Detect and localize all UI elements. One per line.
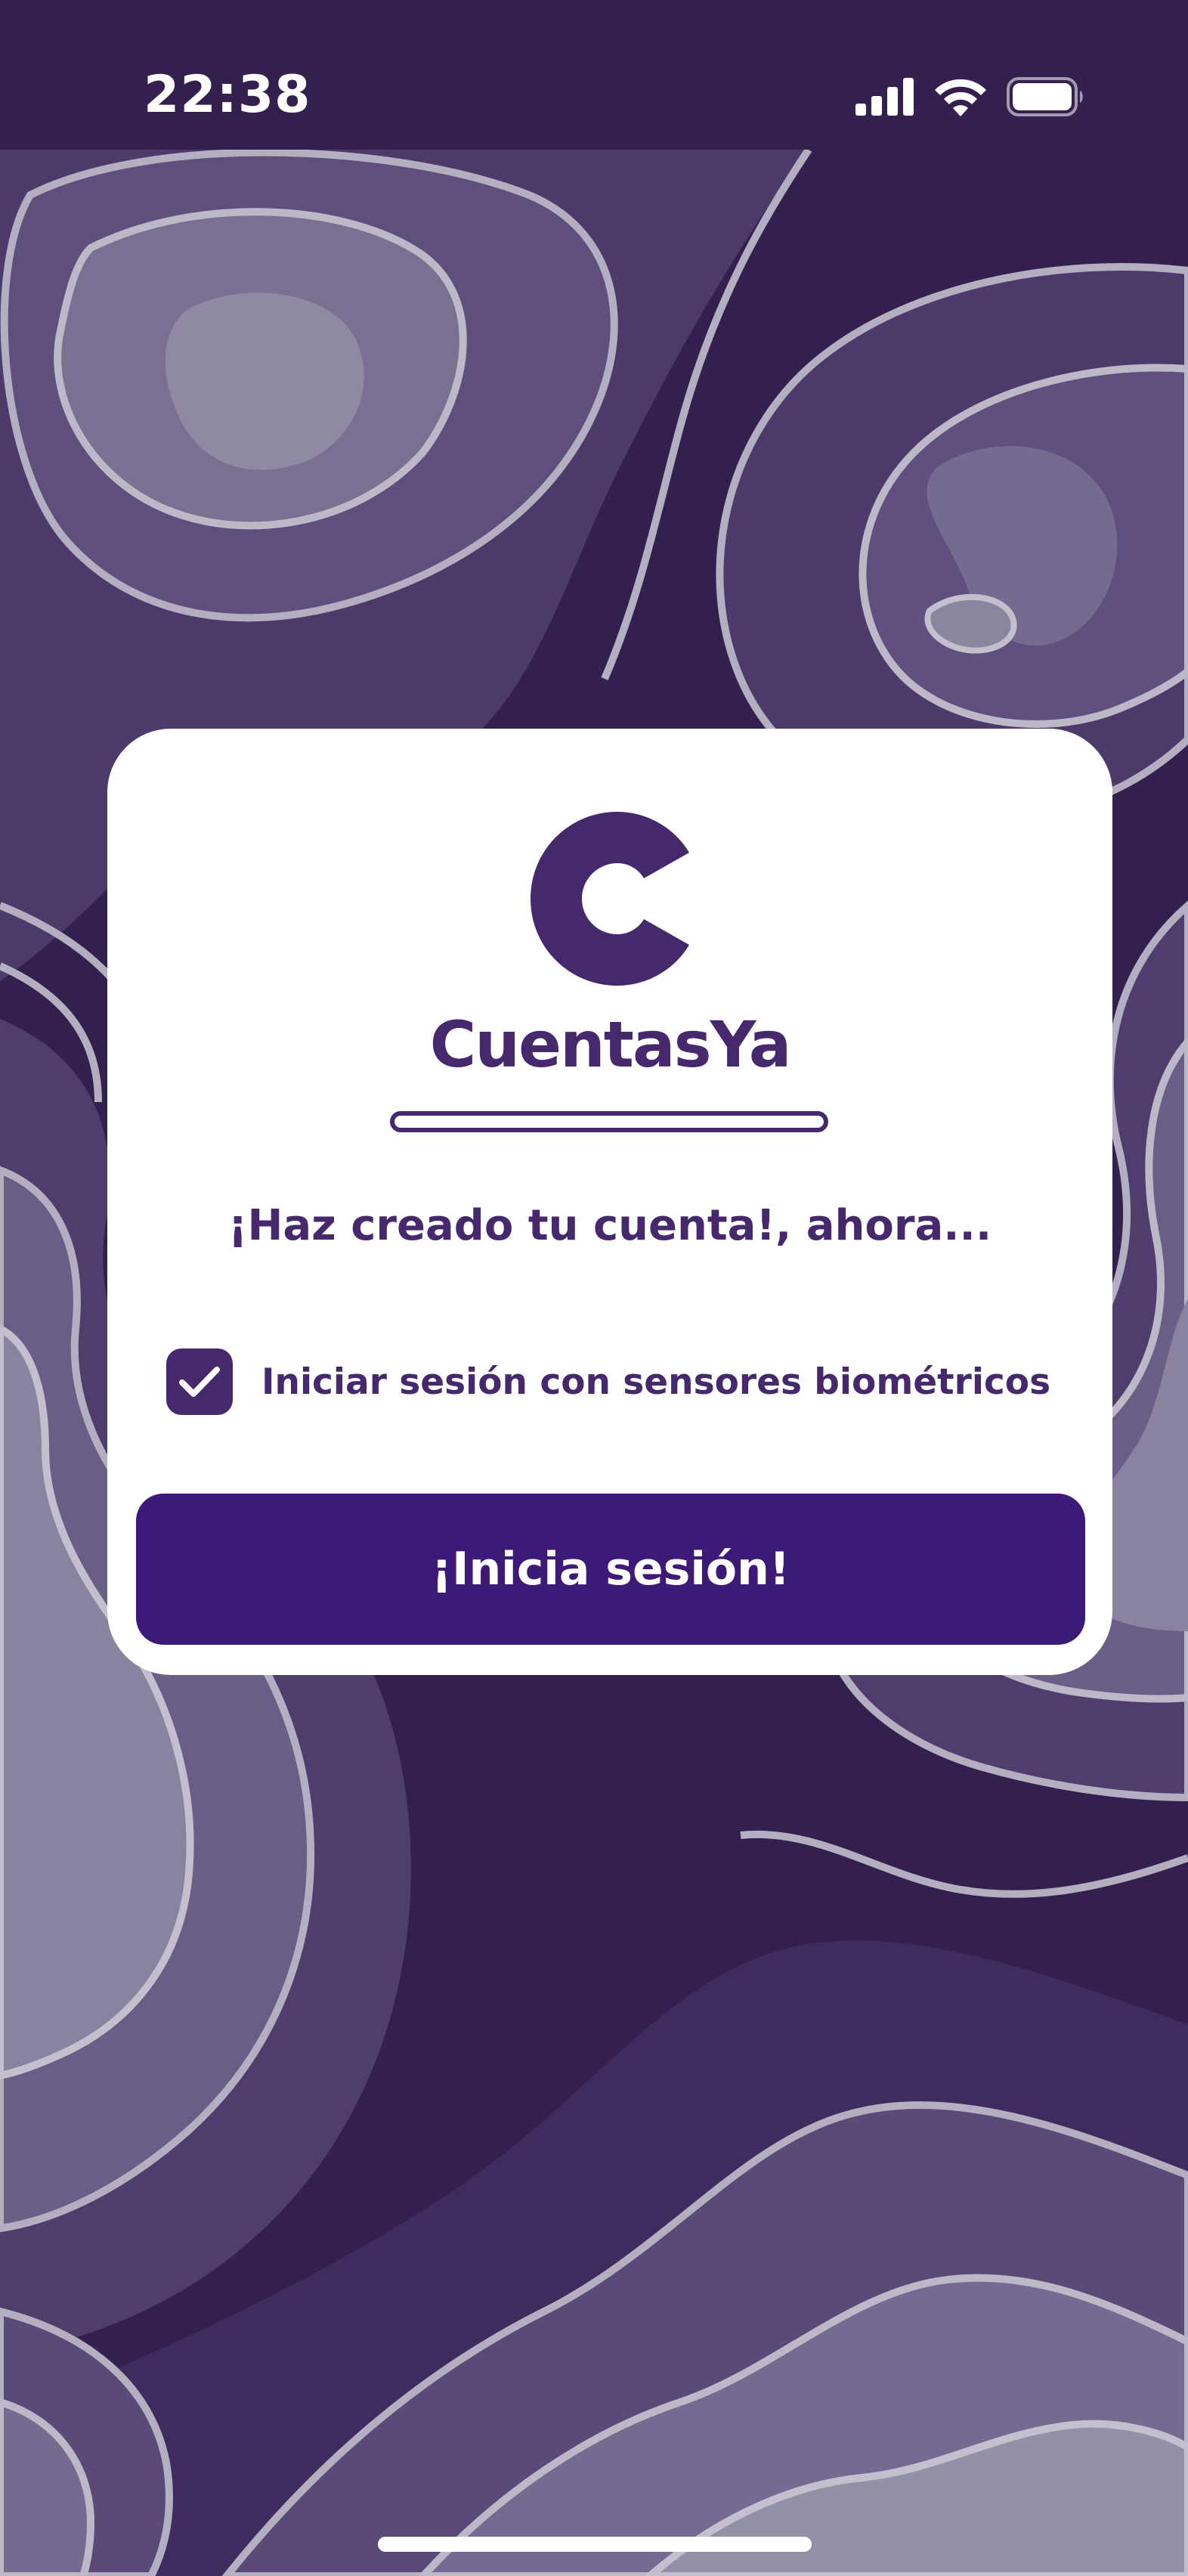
home-indicator[interactable] [378, 2537, 812, 2552]
login-button[interactable]: ¡Inicia sesión! [136, 1494, 1085, 1645]
brand-underline [390, 1111, 828, 1132]
biometric-checkbox[interactable] [166, 1348, 233, 1415]
account-created-card: CuentasYa ¡Haz creado tu cuenta!, ahora.… [107, 729, 1112, 1675]
wifi-icon [935, 79, 986, 116]
status-bar: 22:38 [0, 0, 1188, 150]
status-icons [855, 73, 1085, 121]
brand-name: CuentasYa [429, 1008, 792, 1082]
screen: 22:38 CuentasYa ¡Haz creado tu cuenta!, … [0, 0, 1188, 2576]
cuentasya-c-logo [531, 812, 689, 986]
biometric-login-option[interactable]: Iniciar sesión con sensores biométricos [166, 1347, 1096, 1416]
status-time: 22:38 [144, 65, 311, 125]
checkmark-icon [179, 1367, 220, 1397]
cellular-signal-icon [855, 78, 914, 116]
battery-icon [1007, 77, 1083, 116]
biometric-checkbox-label: Iniciar sesión con sensores biométricos [261, 1361, 1051, 1403]
account-created-heading: ¡Haz creado tu cuenta!, ahora... [227, 1201, 992, 1250]
